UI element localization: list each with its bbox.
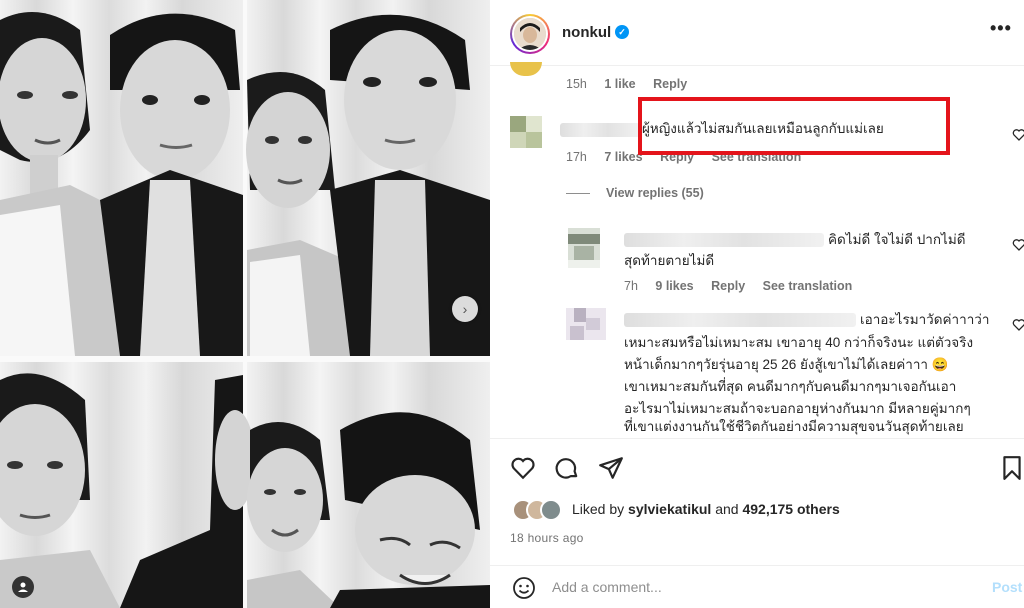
author-username[interactable]: nonkul [562,24,611,41]
add-comment-input[interactable]: Add a comment... [552,579,662,595]
reply-text-line: เหมาะสมหรือไม่เหมาะสม เขาอายุ 40 กว่าก็จ… [624,335,974,350]
reply-meta: 7h 9 likes Reply See translation [624,279,866,293]
liked-by-avatars[interactable] [512,499,570,521]
view-replies-button[interactable]: View replies (55) [606,186,704,200]
post-actions-section: Liked by sylviekatikul and 492,175 other… [490,438,1024,608]
reply-text-line: ที่เขาแต่งงานกันใช้ชีวิตกันอย่างมีความสุ… [624,419,964,434]
author-avatar[interactable] [510,14,550,54]
post-photo[interactable]: › [0,0,490,608]
liked-by-and: and [715,501,739,517]
post-side-panel: nonkul ✓ ••• 15h 1 like Reply ผู้หญิงแล้… [490,0,1024,608]
blurred-username [624,313,856,327]
verified-badge-icon: ✓ [615,25,629,39]
save-bookmark-icon[interactable] [1000,455,1024,481]
reply-text-line: เอาอะไรมาวัดค่าาาว่า [860,312,990,327]
reply-button[interactable]: Reply [653,77,687,91]
like-heart-icon[interactable] [510,455,536,481]
share-paper-plane-icon[interactable] [598,455,624,481]
like-reply-heart-icon[interactable] [1012,318,1024,332]
comment-avatar[interactable] [510,62,542,76]
comment-avatar[interactable] [510,116,542,148]
reply-text-line: สุดท้ายตายไม่ดี [624,253,715,268]
reply-avatar[interactable] [566,308,606,340]
likes-count[interactable]: 492,175 others [742,501,839,517]
post-time-ago[interactable]: 18 hours ago [510,531,584,545]
liked-by-text[interactable]: Liked by sylviekatikul and 492,175 other… [572,501,840,517]
like-comment-heart-icon[interactable] [1012,128,1024,142]
instagram-post-screenshot: › nonkul ✓ ••• 15h 1 like Reply ผู้หญิงแ… [0,0,1024,608]
post-header: nonkul ✓ ••• [490,0,1024,66]
reply-likes[interactable]: 9 likes [655,279,693,293]
reply-text-line: คิดไม่ดี ใจไม่ดี ปากไม่ดี [828,232,966,247]
blurred-username [624,233,824,247]
reply-button[interactable]: Reply [711,279,745,293]
next-photo-chevron-icon[interactable]: › [452,296,478,322]
comment-bubble-icon[interactable] [554,455,580,481]
comment-likes[interactable]: 1 like [604,77,635,91]
comment-input-bar: Add a comment... Post [490,565,1024,608]
red-highlight-box [638,97,950,155]
post-comment-button[interactable]: Post [992,579,1022,595]
more-options-icon[interactable]: ••• [990,18,1012,39]
view-replies-row[interactable]: View replies (55) [566,186,704,200]
emoji-icon[interactable] [512,576,536,600]
reply-text-line: หน้าเด็กมากๆวัยรุ่นอายุ 25 26 ยังสู้เขาไ… [624,357,949,372]
liked-by-user[interactable]: sylviekatikul [628,501,711,517]
tagged-user-icon[interactable] [12,576,34,598]
comment-likes[interactable]: 7 likes [604,150,642,164]
like-reply-heart-icon[interactable] [1012,238,1024,252]
see-translation-button[interactable]: See translation [763,279,853,293]
replies-divider-line [566,192,590,194]
comment-meta: 15h 1 like Reply [566,77,701,91]
comment-time: 15h [566,77,587,91]
blurred-username [560,123,640,137]
liked-by-prefix: Liked by [572,501,625,517]
reply-avatar[interactable] [568,228,600,268]
reply-time: 7h [624,279,638,293]
comment-time: 17h [566,150,587,164]
reply-text-line: เขาเหมาะสมกันที่สุด คนดีมากๆกับคนดีมากๆม… [624,379,957,394]
photo-booth-image [0,0,490,608]
